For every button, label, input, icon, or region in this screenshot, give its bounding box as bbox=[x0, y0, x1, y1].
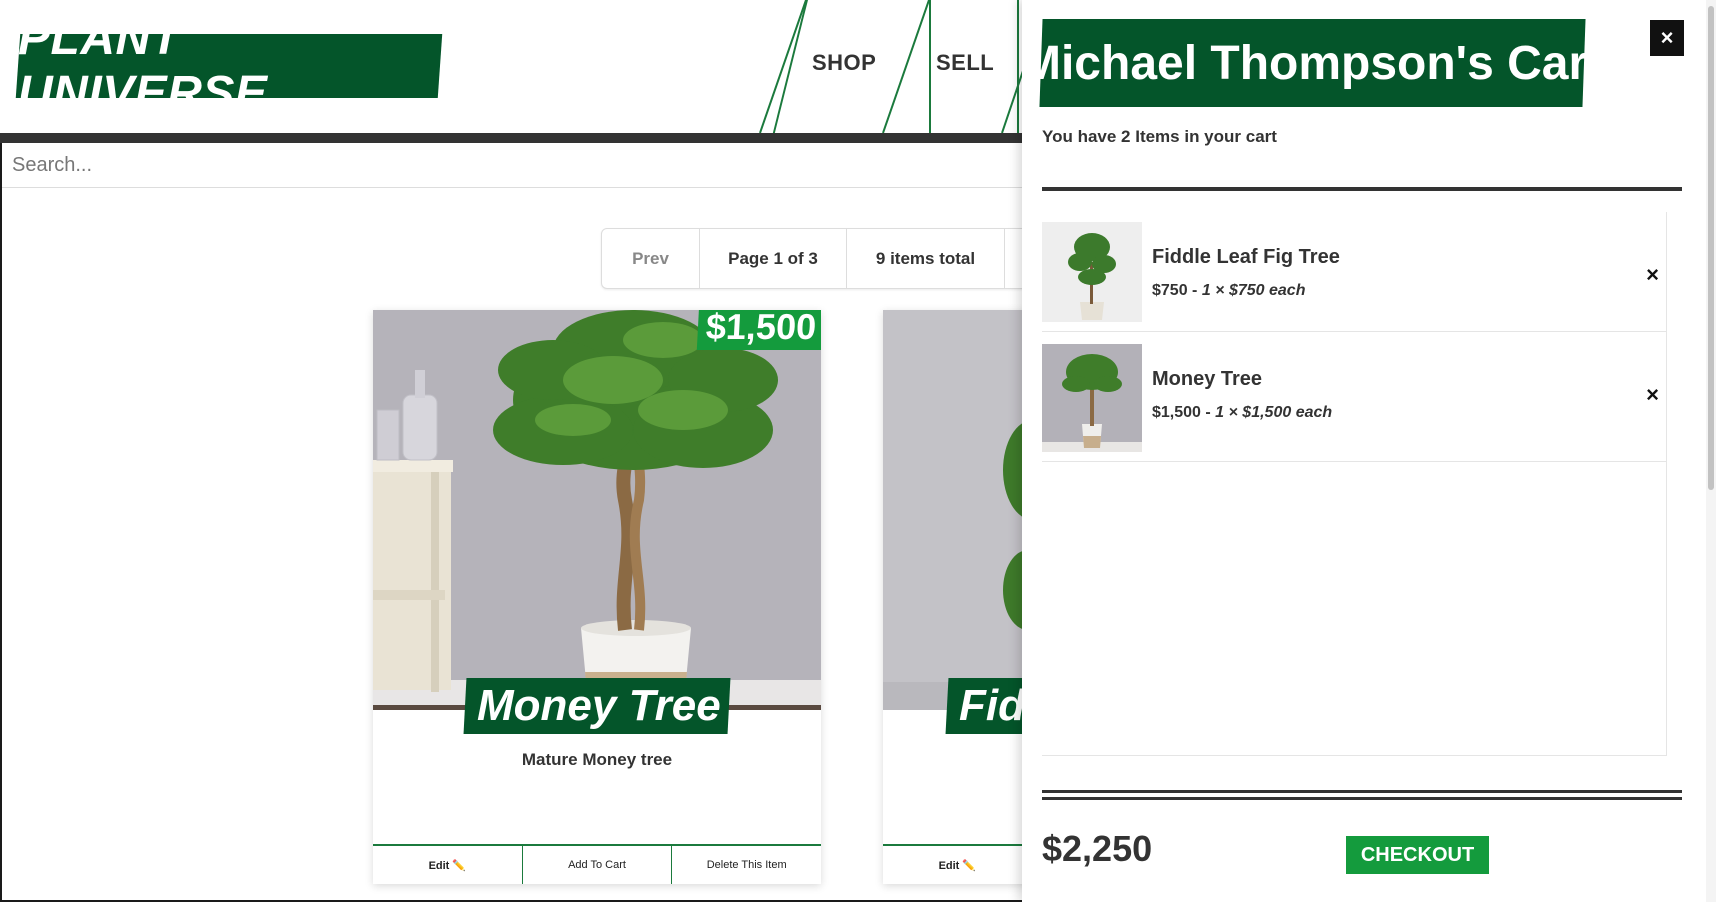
edit-button[interactable]: Edit ✏️ bbox=[883, 846, 1033, 884]
cart-item: Fiddle Leaf Fig Tree $750 - 1 × $750 eac… bbox=[1042, 212, 1667, 332]
cart-item-price: $1,500 - 1 × $1,500 each bbox=[1152, 404, 1332, 422]
cart-item-image bbox=[1042, 344, 1142, 452]
cart-item-detail: 1 × $1,500 each bbox=[1215, 404, 1333, 421]
card-actions: Edit ✏️ Add To Cart Delete This Item bbox=[373, 844, 821, 884]
product-image bbox=[373, 310, 821, 710]
scrollbar[interactable] bbox=[1706, 0, 1716, 902]
cart-item-count: You have 2 Items in your cart bbox=[1042, 127, 1277, 146]
page-indicator: Page 1 of 3 bbox=[700, 229, 847, 288]
remove-item-icon[interactable]: × bbox=[1646, 262, 1659, 288]
close-icon[interactable]: × bbox=[1650, 20, 1684, 56]
cart-item-subtotal: $1,500 - bbox=[1152, 404, 1211, 421]
edit-button[interactable]: Edit ✏️ bbox=[373, 846, 523, 884]
cart-item: Money Tree $1,500 - 1 × $1,500 each × bbox=[1042, 332, 1667, 462]
pagination: Prev Page 1 of 3 9 items total bbox=[601, 228, 1066, 289]
items-total: 9 items total bbox=[847, 229, 1005, 288]
cart-total: $2,250 bbox=[1042, 828, 1153, 869]
delete-item-button[interactable]: Delete This Item bbox=[672, 846, 821, 884]
add-to-cart-button[interactable]: Add To Cart bbox=[523, 846, 673, 884]
remove-item-icon[interactable]: × bbox=[1646, 382, 1659, 408]
prev-page-button[interactable]: Prev bbox=[602, 229, 700, 288]
product-card: $1,500 Money Tree Mature Money tree Edit… bbox=[373, 310, 821, 884]
divider bbox=[1042, 790, 1682, 793]
cart-item-subtotal: $750 - bbox=[1152, 282, 1198, 299]
product-title: Fid bbox=[959, 681, 1025, 730]
divider bbox=[1042, 187, 1682, 191]
cart-item-price: $750 - 1 × $750 each bbox=[1152, 282, 1305, 300]
cart-item-image bbox=[1042, 222, 1142, 322]
cart-item-name: Money Tree bbox=[1152, 368, 1263, 390]
nav-slashes bbox=[759, 0, 1027, 133]
cart-title: Michael Thompson's Cart bbox=[1021, 36, 1604, 90]
product-title: Money Tree bbox=[477, 681, 721, 730]
scrollbar-thumb[interactable] bbox=[1708, 6, 1714, 490]
cart-item-name: Fiddle Leaf Fig Tree bbox=[1152, 246, 1340, 268]
price-tag: $1,500 bbox=[696, 310, 821, 350]
product-description: Mature Money tree bbox=[521, 750, 673, 769]
cart-item-detail: 1 × $750 each bbox=[1201, 282, 1306, 299]
divider bbox=[1042, 797, 1682, 800]
cart-title-banner: Michael Thompson's Cart bbox=[1021, 19, 1604, 107]
search-input[interactable] bbox=[2, 143, 1022, 188]
product-title-banner: Money Tree bbox=[463, 678, 731, 734]
cart-item-list: Fiddle Leaf Fig Tree $750 - 1 × $750 eac… bbox=[1042, 212, 1667, 756]
checkout-button[interactable]: CHECKOUT bbox=[1346, 836, 1489, 874]
